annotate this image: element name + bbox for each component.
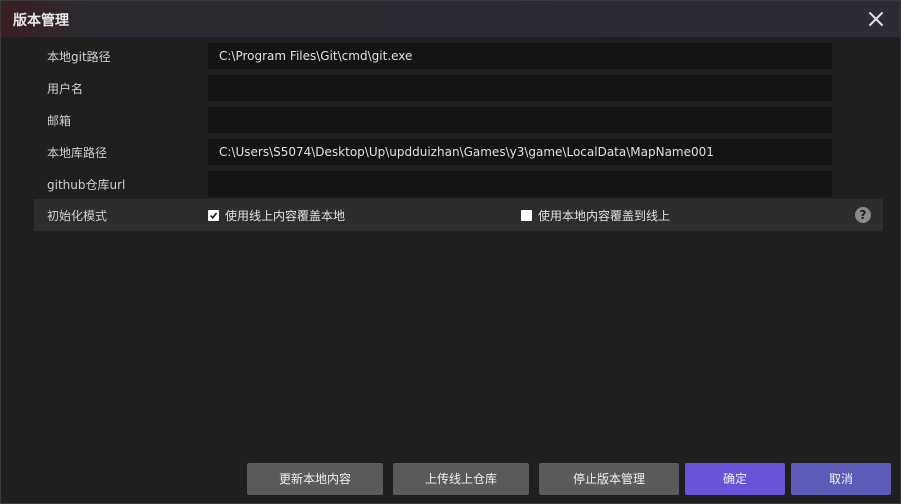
local-overwrite-label: 使用本地内容覆盖到线上	[538, 209, 671, 223]
repo-path-input[interactable]	[208, 139, 832, 165]
username-input[interactable]	[208, 75, 832, 101]
github-url-input[interactable]	[208, 171, 832, 197]
init-mode-row: 初始化模式 使用线上内容覆盖本地 使用本地内容覆盖到线上 ?	[34, 199, 883, 231]
dialog-title: 版本管理	[13, 13, 69, 29]
email-label: 邮箱	[47, 114, 72, 128]
update-local-button[interactable]: 更新本地内容	[247, 463, 383, 495]
close-icon	[869, 12, 883, 26]
confirm-button[interactable]: 确定	[685, 463, 785, 495]
repo-path-row: 本地库路径	[34, 136, 883, 168]
github-url-row: github仓库url	[34, 168, 883, 200]
question-circle-icon[interactable]: ?	[855, 207, 871, 223]
repo-path-label: 本地库路径	[47, 146, 108, 160]
close-button[interactable]	[864, 7, 888, 31]
init-mode-label: 初始化模式	[47, 209, 108, 223]
option-online-overwrite[interactable]: 使用线上内容覆盖本地	[208, 207, 345, 224]
git-path-row: 本地git路径	[34, 40, 883, 72]
git-path-label: 本地git路径	[47, 50, 111, 64]
upload-repo-button[interactable]: 上传线上仓库	[393, 463, 529, 495]
online-overwrite-label: 使用线上内容覆盖本地	[225, 209, 346, 223]
checkmark-icon	[209, 212, 218, 220]
email-row: 邮箱	[34, 104, 883, 136]
title-bar: 版本管理	[1, 1, 900, 37]
stop-version-button[interactable]: 停止版本管理	[539, 463, 679, 495]
cancel-button[interactable]: 取消	[791, 463, 891, 495]
local-overwrite-checkbox[interactable]	[521, 210, 532, 221]
version-management-dialog: 版本管理 本地git路径 用户名 邮箱 本地库路径 github仓库url 初始…	[0, 0, 901, 504]
github-url-label: github仓库url	[47, 178, 126, 192]
git-path-input[interactable]	[208, 43, 832, 69]
option-local-overwrite[interactable]: 使用本地内容覆盖到线上	[521, 207, 670, 224]
username-label: 用户名	[47, 82, 84, 96]
online-overwrite-checkbox[interactable]	[208, 210, 219, 221]
username-row: 用户名	[34, 72, 883, 104]
email-input[interactable]	[208, 107, 832, 133]
